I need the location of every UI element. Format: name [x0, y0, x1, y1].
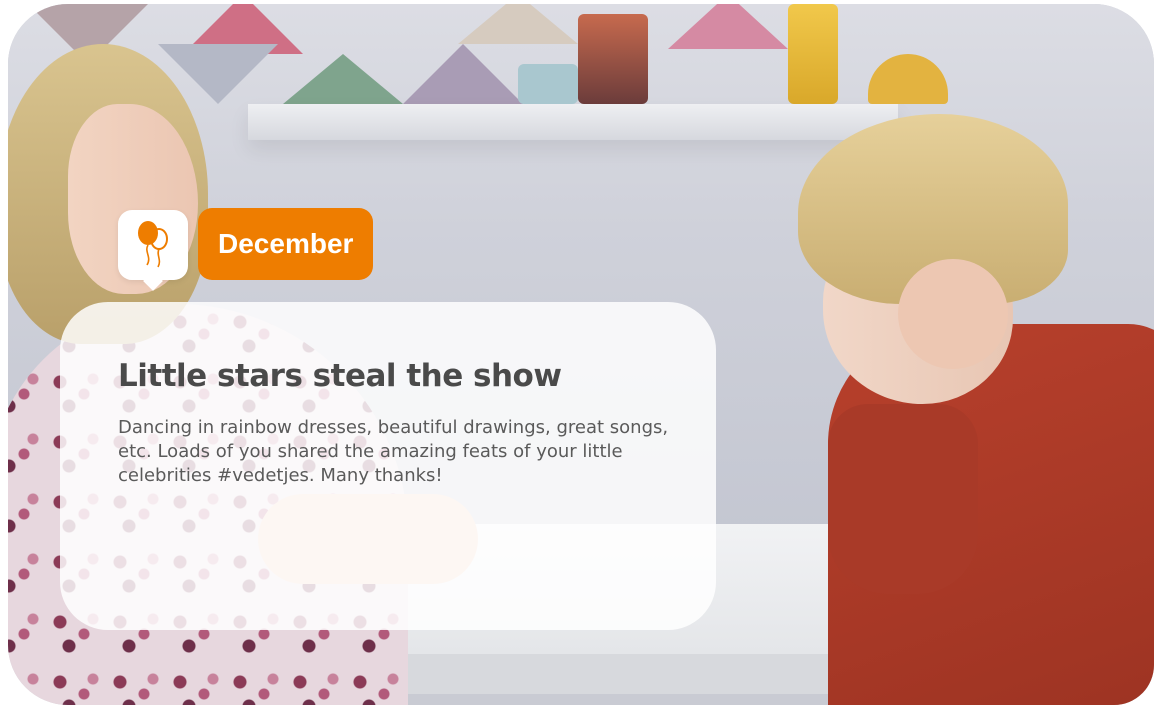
shelf-toy — [788, 4, 838, 104]
boy-arm — [828, 404, 978, 594]
month-badge: December — [198, 208, 374, 280]
bunting-flag — [403, 44, 523, 104]
story-title: Little stars steal the show — [118, 358, 562, 394]
bunting-flag — [668, 4, 788, 49]
story-description: Dancing in rainbow dresses, beautiful dr… — [118, 417, 669, 486]
balloons-icon-graphic — [138, 221, 168, 268]
story-card: Little stars steal the show Dancing in r… — [60, 302, 716, 630]
balloons-icon — [118, 210, 188, 280]
bunting-flag — [458, 4, 578, 44]
shelf-toy — [578, 14, 648, 104]
boy-hand — [898, 259, 1008, 369]
shelf-toy — [518, 64, 578, 104]
bunting-flag — [283, 54, 403, 104]
wall-shelf — [248, 104, 898, 140]
